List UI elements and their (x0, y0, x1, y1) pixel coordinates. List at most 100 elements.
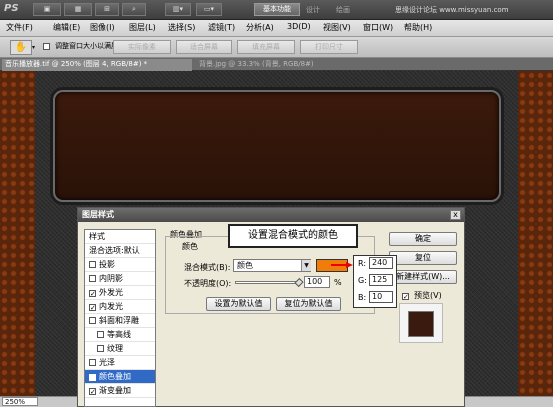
dialog-title-bar[interactable] (78, 208, 464, 222)
style-checkbox[interactable]: ✓ (89, 374, 96, 382)
menu-image[interactable]: 图像(I) (90, 22, 115, 33)
style-item-label: 斜面和浮雕 (99, 316, 139, 325)
menu-file[interactable]: 文件(F) (6, 22, 33, 33)
style-item-label: 混合选项:默认 (89, 246, 140, 255)
style-checkbox[interactable] (89, 317, 96, 324)
menu-view[interactable]: 视图(V) (323, 22, 351, 33)
blend-mode-label: 混合模式(B): (184, 263, 231, 272)
minibridge-button[interactable]: ▦ (64, 3, 92, 16)
style-item-gradient-overlay[interactable]: ✓ 渐变叠加 (85, 384, 155, 398)
style-checkbox[interactable] (97, 331, 104, 338)
orange-texture-left (0, 71, 35, 396)
group-title: 颜色 (180, 241, 200, 252)
style-item-outer-glow[interactable]: ✓ 外发光 (85, 286, 155, 300)
close-button[interactable]: x (450, 210, 461, 220)
tab-background[interactable]: 背景.jpg @ 33.3% (背景, RGB/8#) (196, 59, 366, 71)
tab-music-player[interactable]: 音乐播放器.tif @ 250% (图层 4, RGB/8#) * (2, 59, 192, 71)
arrange-documents-button[interactable]: ▥▾ (165, 3, 191, 16)
menu-3d[interactable]: 3D(D) (287, 22, 311, 31)
style-checkbox[interactable]: ✓ (89, 388, 96, 396)
fill-screen-button[interactable]: 填充屏幕 (237, 40, 295, 54)
view-extras-button[interactable]: ⊞ (95, 3, 119, 16)
workspace-essentials-button[interactable]: 基本功能 (254, 3, 300, 16)
chevron-down-icon[interactable]: ▾ (32, 44, 35, 51)
red-arrow-icon (331, 262, 353, 268)
style-item-label: 颜色叠加 (99, 372, 131, 381)
style-item-inner-glow[interactable]: ✓ 内发光 (85, 300, 155, 314)
annotation-callout: 设置混合模式的颜色 (228, 224, 358, 248)
menu-filter[interactable]: 滤镜(T) (208, 22, 235, 33)
style-item-texture[interactable]: 纹理 (85, 342, 155, 356)
zoom-level-button[interactable]: ⌕ (122, 3, 146, 16)
actual-pixels-button[interactable]: 实际像素 (113, 40, 171, 54)
zoom-icon: ⌕ (132, 5, 136, 13)
style-item-satin[interactable]: 光泽 (85, 356, 155, 370)
menu-bar (0, 20, 553, 37)
r-value: 240 (369, 257, 393, 269)
style-item-label: 外发光 (99, 288, 123, 297)
style-item-label: 渐变叠加 (99, 386, 131, 395)
menu-select[interactable]: 选择(S) (168, 22, 195, 33)
preview-swatch (408, 311, 434, 337)
workspace-design-link[interactable]: 设计 (306, 5, 320, 15)
chevron-down-icon[interactable]: ▼ (301, 260, 311, 271)
orange-texture-right (518, 71, 553, 396)
style-item-label: 等高线 (107, 330, 131, 339)
style-item-label: 光泽 (99, 358, 115, 367)
style-item-bevel-emboss[interactable]: 斜面和浮雕 (85, 314, 155, 328)
opacity-slider[interactable] (235, 281, 300, 284)
style-checkbox[interactable] (89, 275, 96, 282)
screen-mode-button[interactable]: ▭▾ (196, 3, 222, 16)
style-checkbox[interactable]: ✓ (89, 304, 96, 312)
set-default-button[interactable]: 设置为默认值 (206, 297, 271, 311)
g-value: 125 (369, 274, 393, 286)
ok-button[interactable]: 确定 (389, 232, 457, 246)
watermark-text: 思缘设计论坛 www.missyuan.com (395, 6, 509, 14)
b-label: B: (358, 293, 367, 302)
new-style-button[interactable]: 新建样式(W)... (389, 270, 457, 284)
brown-display-plaque (53, 90, 501, 202)
workspace-painting-link[interactable]: 绘画 (336, 5, 350, 15)
resize-windows-checkbox[interactable] (43, 42, 53, 51)
style-item-inner-shadow[interactable]: 内阴影 (85, 272, 155, 286)
opacity-input[interactable]: 100 (304, 276, 330, 288)
photoshop-logo: PS (4, 3, 19, 14)
fit-screen-button[interactable]: 适合屏幕 (176, 40, 232, 54)
dialog-title: 图层样式 (82, 210, 114, 219)
menu-help[interactable]: 帮助(H) (404, 22, 432, 33)
bridge-button[interactable]: ▣ (33, 3, 61, 16)
screen-mode-icon: ▭▾ (203, 5, 215, 13)
zoom-field[interactable]: 250% (2, 397, 38, 406)
style-item-color-overlay[interactable]: ✓ 颜色叠加 (85, 370, 155, 384)
menu-layer[interactable]: 图层(L) (129, 22, 156, 33)
r-label: R: (358, 259, 367, 268)
style-item-styles[interactable]: 样式 (85, 230, 155, 244)
bridge-icon: ▣ (43, 5, 51, 13)
tool-preset-picker[interactable]: ✋ (10, 40, 32, 55)
menu-analysis[interactable]: 分析(A) (246, 22, 274, 33)
style-item-label: 内发光 (99, 302, 123, 311)
style-checkbox[interactable] (97, 345, 104, 352)
minibridge-icon: ▦ (74, 5, 82, 13)
style-item-label: 投影 (99, 260, 115, 269)
blend-mode-select[interactable]: 颜色 (233, 259, 311, 272)
reset-default-button[interactable]: 复位为默认值 (276, 297, 341, 311)
hand-icon: ✋ (14, 42, 28, 53)
style-checkbox[interactable] (89, 261, 96, 268)
menu-window[interactable]: 窗口(W) (363, 22, 393, 33)
print-size-button[interactable]: 打印尺寸 (300, 40, 358, 54)
reset-button[interactable]: 复位 (389, 251, 457, 265)
style-checkbox[interactable]: ✓ (89, 290, 96, 298)
menu-edit[interactable]: 编辑(E) (53, 22, 80, 33)
style-item-label: 样式 (89, 232, 105, 241)
style-item-blending-options[interactable]: 混合选项:默认 (85, 244, 155, 258)
arrange-icon: ▥▾ (172, 5, 184, 13)
style-item-label: 纹理 (107, 344, 123, 353)
style-item-drop-shadow[interactable]: 投影 (85, 258, 155, 272)
style-item-contour[interactable]: 等高线 (85, 328, 155, 342)
style-checkbox[interactable] (89, 359, 96, 366)
opacity-label: 不透明度(O): (184, 279, 232, 288)
g-label: G: (358, 276, 367, 285)
preview-checkbox[interactable]: ✓ (402, 291, 412, 301)
b-value: 10 (369, 291, 393, 303)
